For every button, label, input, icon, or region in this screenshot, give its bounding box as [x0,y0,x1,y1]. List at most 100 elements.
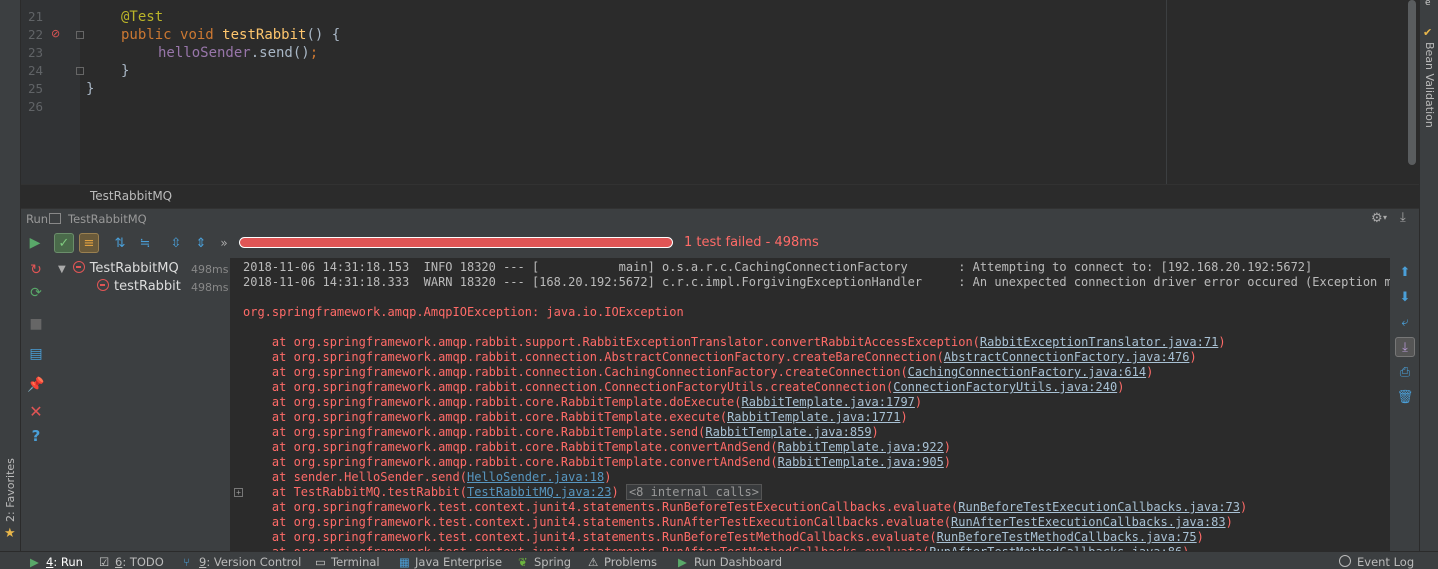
code-line-23: helloSender.send(); [158,45,319,61]
stack-frame: at org.springframework.amqp.rabbit.conne… [243,350,1197,365]
run-config-name[interactable]: TestRabbitMQ [68,212,147,226]
scroll-down-icon[interactable]: ⬇ [1395,287,1415,307]
tool-tab-5[interactable]: Spring [534,555,571,569]
stack-frame: at org.springframework.amqp.rabbit.core.… [243,425,879,440]
sort-by-duration-icon[interactable]: ≒ [135,233,155,253]
breadcrumb: TestRabbitMQ [21,184,1419,208]
favorites-tab[interactable]: 2: Favorites [4,458,17,522]
test-duration: 498ms [191,263,229,276]
tool-tab-label: Spring [534,555,572,569]
code-line-21: @Test [121,9,164,25]
expand-all-icon[interactable]: ⇳ [166,233,186,253]
sort-alphabetically-icon[interactable]: ⇅ [110,233,130,253]
stack-frame-method: at org.springframework.amqp.rabbit.core.… [243,440,778,454]
stack-frame-method: at org.springframework.test.context.juni… [243,515,952,529]
source-link[interactable]: CachingConnectionFactory.java:614 [908,365,1146,379]
scroll-up-icon[interactable]: ⬆ [1395,262,1415,282]
source-link[interactable]: AbstractConnectionFactory.java:476 [944,350,1190,364]
source-link[interactable]: RabbitTemplate.java:922 [778,440,944,454]
source-link[interactable]: RabbitTemplate.java:1797 [742,395,915,409]
stack-frame: at sender.HelloSender.send(HelloSender.j… [243,470,612,485]
bean-validation-icon: ✔ [1423,26,1433,39]
stack-frame-method: at org.springframework.amqp.rabbit.core.… [243,395,742,409]
source-link[interactable]: HelloSender.java:18 [467,470,604,484]
line-number: 24 [27,63,43,78]
editor-scrollbar[interactable] [1408,0,1416,165]
stack-frame: at org.springframework.test.context.juni… [243,530,1204,545]
fold-marker-icon[interactable] [76,67,84,75]
gear-dropdown-icon[interactable]: ▾ [1383,213,1387,222]
bean-validation-tab[interactable]: Bean Validation [1423,42,1436,128]
run-panel-label: Run [26,212,49,226]
tool-tab-label: : Version Control [206,555,302,569]
toggle-auto-test-icon[interactable]: ⟳ [26,283,46,303]
hide-panel-icon[interactable]: ⤓ [1400,210,1406,225]
stack-frame-end: ) [914,395,923,409]
source-link[interactable]: RabbitTemplate.java:905 [778,455,944,469]
stack-frame: at org.springframework.amqp.rabbit.suppo… [243,335,1226,350]
help-icon[interactable]: ? [26,426,46,446]
soft-wrap-icon[interactable]: ⤶ [1395,312,1415,332]
close-icon[interactable]: ✕ [26,401,46,421]
failed-test-icon [72,261,85,273]
tool-tab-label: Run Dashboard [694,555,783,569]
expand-fold-icon[interactable]: + [234,488,243,497]
tree-node-class[interactable]: ▼ TestRabbitMQ [58,261,179,276]
source-link[interactable]: ConnectionFactoryUtils.java:240 [893,380,1117,394]
source-link[interactable]: RunBeforeTestExecutionCallbacks.java:73 [958,500,1240,514]
source-link[interactable]: RabbitTemplate.java:1771 [727,410,900,424]
test-results-tree: ▼ TestRabbitMQ 498ms testRabbit 498ms [52,258,231,551]
tool-tab-4[interactable]: Java Enterprise [415,555,502,569]
right-tool-strip: e ✔ Bean Validation [1419,0,1438,551]
more-actions-icon[interactable]: » [214,233,234,253]
breadcrumb-item[interactable]: TestRabbitMQ [90,189,172,203]
code-line-22: public void testRabbit() { [121,27,341,43]
show-ignored-icon[interactable]: ≡ [79,233,99,253]
rerun-failed-icon[interactable]: ↻ [26,260,46,280]
restore-layout-icon[interactable]: ▤ [26,344,46,364]
gear-icon[interactable]: ⚙ [1371,211,1383,226]
stack-frame-method: at sender.HelloSender.send( [243,470,467,484]
event-log-icon [1339,555,1351,567]
console-side-toolbar: ⬆ ⬇ ⤶ ⤓ ⎙ 🗑 [1390,258,1419,551]
failed-test-icon [97,279,109,291]
source-link[interactable]: RunAfterTestExecutionCallbacks.java:83 [951,515,1226,529]
clear-all-icon[interactable]: 🗑 [1395,387,1415,407]
stack-frame: at org.springframework.test.context.juni… [243,515,1233,530]
tool-tab-0[interactable]: 4: Run [46,555,83,569]
print-icon[interactable]: ⎙ [1395,362,1415,382]
stack-frame: at org.springframework.amqp.rabbit.conne… [243,380,1125,395]
source-link[interactable]: TestRabbitMQ.java:23 [467,485,612,499]
console-output[interactable]: 2018-11-06 14:31:18.153 INFO 18320 --- [… [231,258,1390,551]
pin-icon[interactable]: 📌 [26,375,46,395]
rerun-icon[interactable]: ▶ [25,233,45,253]
event-log-tab[interactable]: Event Log [1357,555,1414,569]
stack-frame: at org.springframework.amqp.rabbit.core.… [243,455,951,470]
tree-node-method[interactable]: testRabbit [97,279,181,294]
code-editor[interactable]: 21 22 23 24 25 26 ⊘ @Test public void te… [21,0,1419,184]
tool-tab-7[interactable]: Run Dashboard [694,555,782,569]
collapse-all-icon[interactable]: ⇕ [191,233,211,253]
show-passed-icon[interactable]: ✓ [54,233,74,253]
source-link[interactable]: RabbitExceptionTranslator.java:71 [980,335,1218,349]
run-panel-header: Run TestRabbitMQ ⚙ ▾ ⤓ [21,208,1419,228]
failed-test-run-icon[interactable]: ⊘ [51,27,60,40]
source-link[interactable]: RabbitTemplate.java:859 [705,425,871,439]
stack-frame-method: at org.springframework.amqp.rabbit.core.… [243,425,706,439]
source-link[interactable]: RunBeforeTestMethodCallbacks.java:75 [937,530,1197,544]
console-log-line: 2018-11-06 14:31:18.333 WARN 18320 --- [… [243,275,1390,289]
tool-tab-2[interactable]: 9: Version Control [199,555,301,569]
line-number: 22 [27,27,43,42]
line-number: 25 [27,81,43,96]
tool-tab-3[interactable]: Terminal [331,555,380,569]
tool-tab-1[interactable]: 6: TODO [115,555,164,569]
tool-tab-label: Problems [604,555,658,569]
stop-icon[interactable]: ■ [26,314,46,334]
stack-frame-end: ) [1146,365,1154,379]
fold-marker-icon[interactable] [76,31,84,39]
stack-frame-end: ) [1117,380,1125,394]
internal-calls-fold[interactable]: <8 internal calls> [625,484,762,500]
scroll-to-end-icon[interactable]: ⤓ [1395,337,1415,357]
tool-tab-6[interactable]: Problems [604,555,657,569]
chevron-down-icon[interactable]: ▼ [58,264,66,275]
